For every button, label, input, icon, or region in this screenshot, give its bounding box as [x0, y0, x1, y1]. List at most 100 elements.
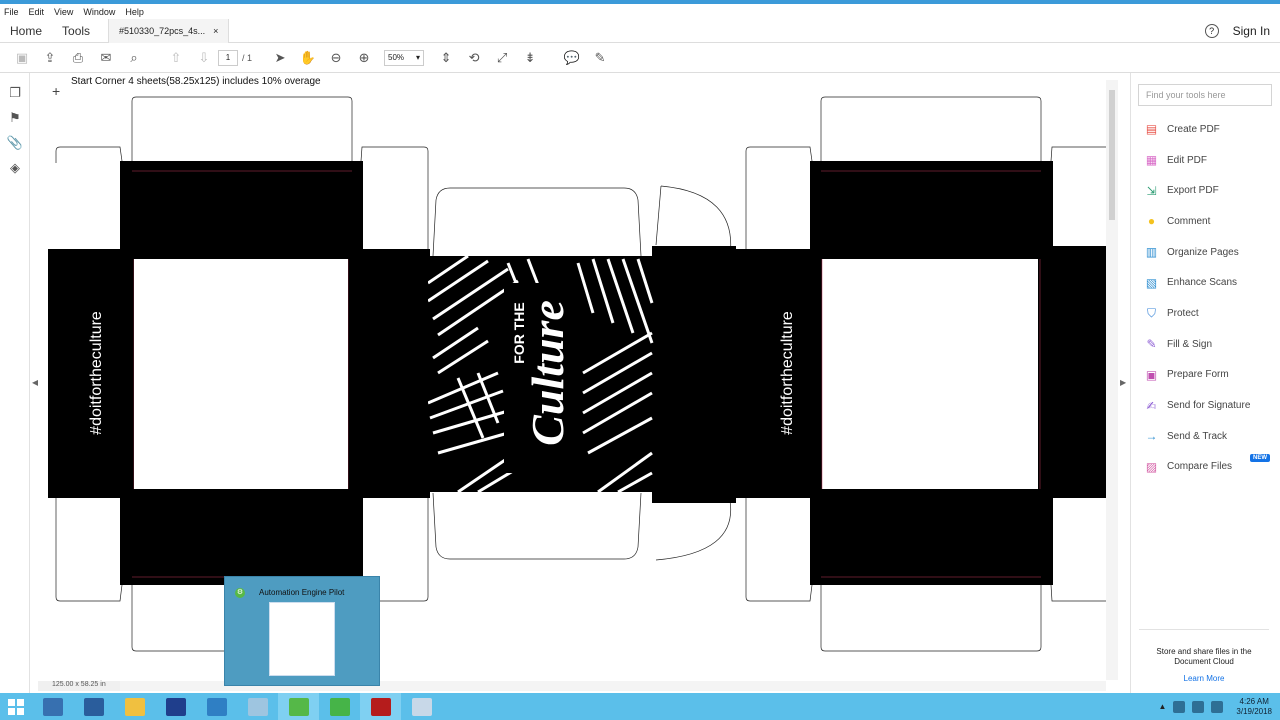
tab-tools[interactable]: Tools: [52, 24, 100, 38]
save-icon[interactable]: ▣: [8, 46, 36, 70]
vertical-scrollbar[interactable]: [1106, 80, 1118, 680]
layers-icon[interactable]: ◈: [0, 155, 30, 180]
server-manager-icon: [42, 697, 63, 716]
document-app-icon: [247, 697, 268, 716]
tray-network-icon[interactable]: [1192, 700, 1205, 713]
menu-help[interactable]: Help: [125, 7, 144, 17]
menu-edit[interactable]: Edit: [29, 7, 45, 17]
bookmark-icon[interactable]: ⚑: [0, 105, 30, 130]
main-toolbar: ▣ ⇪ ⎙ ✉ ⌕ ⇧ ⇩ 1 / 1 ➤ ✋ ⊖ ⊕ 50% ▾ ⇕ ⟲ ⤢ ⇟…: [0, 43, 1280, 73]
taskbar-save-app[interactable]: [155, 693, 196, 720]
tab-home[interactable]: Home: [0, 24, 52, 38]
chevron-down-icon: ▾: [416, 53, 421, 62]
tool-send-track[interactable]: → Send & Track: [1131, 421, 1280, 452]
tray-volume-icon[interactable]: [1211, 700, 1224, 713]
menu-view[interactable]: View: [54, 7, 73, 17]
preview-window-thumbnail[interactable]: [269, 602, 335, 676]
box-dieline-artwork: #doitfortheculture #doitfortheculture FO…: [48, 96, 1106, 652]
comment-tool-icon[interactable]: 💬: [558, 46, 586, 70]
taskbar-app-six[interactable]: [237, 693, 278, 720]
taskbar-powershell[interactable]: [73, 693, 114, 720]
start-button[interactable]: [0, 693, 32, 720]
create-pdf-icon: ▤: [1145, 122, 1158, 137]
system-tray: ▲ 4:26 AM 3/19/2018: [1158, 697, 1280, 717]
scroll-thumb[interactable]: [1109, 90, 1115, 220]
tools-search-input[interactable]: Find your tools here: [1138, 84, 1272, 106]
tool-create-pdf[interactable]: ▤ Create PDF: [1131, 114, 1280, 145]
document-viewport[interactable]: + Start Corner 4 sheets(58.25x125) inclu…: [38, 73, 1106, 680]
tool-prepare-form[interactable]: ▣ Prepare Form: [1131, 360, 1280, 391]
tool-enhance-scans[interactable]: ▧ Enhance Scans: [1131, 267, 1280, 298]
comment-icon: ●: [1147, 214, 1156, 229]
highlight-pen-icon[interactable]: ✎: [586, 46, 614, 70]
right-hashtag: #doitfortheculture: [779, 311, 796, 435]
export-pdf-icon: ⇲: [1146, 183, 1157, 198]
folder-icon: [124, 697, 145, 716]
taskbar-file-explorer[interactable]: [114, 693, 155, 720]
page-size-readout: 125.00 x 58.25 in: [38, 681, 120, 691]
taskbar-clock[interactable]: 4:26 AM 3/19/2018: [1236, 697, 1272, 717]
tray-expand-icon[interactable]: ▲: [1158, 702, 1166, 711]
left-hashtag: #doitfortheculture: [88, 311, 105, 435]
organize-pages-icon: ▥: [1145, 245, 1158, 260]
page-number-input[interactable]: 1: [218, 49, 238, 66]
center-culture-text: Culture: [522, 300, 573, 446]
attachment-icon[interactable]: 📎: [0, 130, 30, 155]
prev-page-icon[interactable]: ⇧: [162, 46, 190, 70]
tab-document[interactable]: #510330_72pcs_4s... ×: [108, 18, 230, 43]
tool-comment[interactable]: ● Comment: [1131, 206, 1280, 237]
zoom-dropdown[interactable]: 50% ▾: [384, 49, 425, 66]
menu-window[interactable]: Window: [83, 7, 115, 17]
tool-protect[interactable]: ⛉ Protect: [1131, 298, 1280, 329]
hand-tool-icon[interactable]: ✋: [294, 46, 322, 70]
send-track-icon: →: [1145, 429, 1158, 444]
preview-title: Automation Engine Pilot: [259, 588, 345, 597]
zoom-out-icon[interactable]: ⊖: [322, 46, 350, 70]
email-icon[interactable]: ✉: [92, 46, 120, 70]
taskbar-server-manager[interactable]: [32, 693, 73, 720]
tool-fill-sign[interactable]: ✎ Fill & Sign: [1131, 329, 1280, 360]
arrow-app-icon: [329, 697, 350, 716]
taskbar-acrobat[interactable]: [360, 693, 401, 720]
tool-export-pdf[interactable]: ⇲ Export PDF: [1131, 175, 1280, 206]
document-tab-title: #510330_72pcs_4s...: [119, 25, 206, 36]
tool-organize-pages[interactable]: ▥ Organize Pages: [1131, 237, 1280, 268]
automation-engine-icon: ⚙: [235, 588, 245, 598]
taskbar-calculator[interactable]: [401, 693, 442, 720]
taskbar-remote-desktop[interactable]: [196, 693, 237, 720]
next-page-icon[interactable]: ⇩: [190, 46, 218, 70]
tool-compare-files[interactable]: ▨ Compare Files NEW: [1131, 452, 1280, 483]
tray-flag-icon[interactable]: [1173, 700, 1186, 713]
page-count: / 1: [242, 52, 253, 63]
tool-send-for-signature[interactable]: ✍ Send for Signature: [1131, 390, 1280, 421]
zoom-value: 50%: [388, 53, 405, 62]
print-icon[interactable]: ⎙: [64, 46, 92, 70]
search-icon[interactable]: ⌕: [120, 46, 148, 70]
learn-more-link[interactable]: Learn More: [1139, 674, 1269, 683]
close-tab-icon[interactable]: ×: [213, 26, 218, 36]
select-cursor-icon[interactable]: ➤: [266, 46, 294, 70]
full-screen-icon[interactable]: ⤢: [488, 46, 516, 70]
tool-edit-pdf[interactable]: ▦ Edit PDF: [1131, 145, 1280, 176]
sign-in-button[interactable]: Sign In: [1233, 24, 1270, 38]
cloud-promo-text: Store and share files in the Document Cl…: [1156, 647, 1252, 666]
acrobat-icon: [370, 697, 391, 716]
send-signature-icon: ✍: [1146, 398, 1157, 413]
windows-taskbar: ▲ 4:26 AM 3/19/2018: [0, 693, 1280, 720]
fit-page-icon[interactable]: ⇕: [432, 46, 460, 70]
help-icon[interactable]: ?: [1204, 23, 1219, 38]
page-thumbnails-icon[interactable]: ❐: [0, 80, 30, 105]
taskbar-pilot-client[interactable]: [319, 693, 360, 720]
menu-file[interactable]: File: [4, 7, 19, 17]
upload-icon[interactable]: ⇪: [36, 46, 64, 70]
taskbar-preview-popup[interactable]: ⚙ Automation Engine Pilot: [224, 576, 380, 686]
rotate-icon[interactable]: ⟲: [460, 46, 488, 70]
collapse-right-panel-icon[interactable]: ▶: [1120, 378, 1126, 387]
floppy-disk-icon: [165, 697, 186, 716]
menu-bar: File Edit View Window Help: [0, 4, 1280, 19]
taskbar-automation-engine[interactable]: [278, 693, 319, 720]
compare-files-icon: ▨: [1145, 459, 1158, 474]
scroll-mode-icon[interactable]: ⇟: [516, 46, 544, 70]
tools-list: ▤ Create PDF ▦ Edit PDF ⇲ Export PDF ● Comme…: [1131, 114, 1280, 482]
zoom-in-icon[interactable]: ⊕: [350, 46, 378, 70]
